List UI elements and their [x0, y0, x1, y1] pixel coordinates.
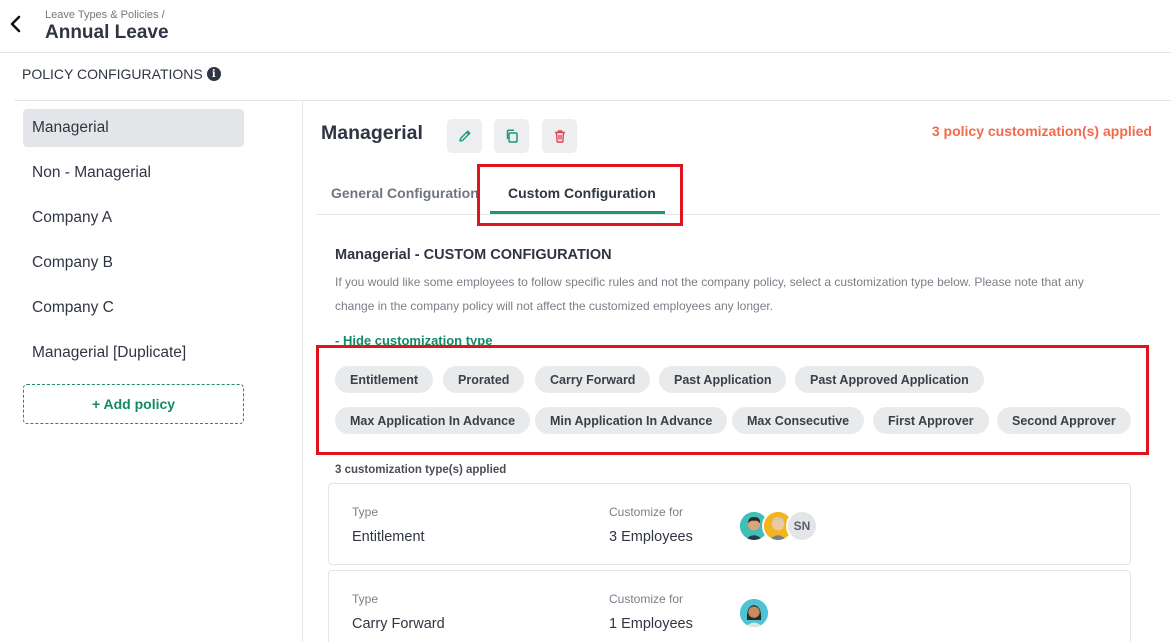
add-policy-button[interactable]: + Add policy — [23, 384, 244, 424]
chip-past-application[interactable]: Past Application — [659, 366, 787, 393]
tab-general-configuration[interactable]: General Configuration — [331, 185, 479, 201]
chip-prorated[interactable]: Prorated — [443, 366, 525, 393]
delete-button[interactable] — [542, 119, 577, 153]
divider-vertical — [302, 100, 303, 642]
policy-item-company-b[interactable]: Company B — [23, 244, 244, 282]
chip-past-approved-application[interactable]: Past Approved Application — [795, 366, 984, 393]
custom-config-description: If you would like some employees to foll… — [335, 275, 1084, 313]
trash-icon — [554, 130, 565, 143]
customization-card-carry-forward[interactable]: Type Carry Forward Customize for 1 Emplo… — [328, 570, 1131, 642]
divider — [14, 100, 1171, 101]
customization-card-entitlement[interactable]: Type Entitlement Customize for 3 Employe… — [328, 483, 1131, 565]
policy-item-company-a[interactable]: Company A — [23, 199, 244, 237]
chip-min-application-in-advance[interactable]: Min Application In Advance — [535, 407, 728, 434]
type-label: Type — [352, 592, 379, 606]
policy-list: Managerial Non - Managerial Company A Co… — [23, 109, 244, 379]
page-title: Annual Leave — [45, 22, 169, 43]
pencil-icon — [458, 130, 470, 142]
customize-for-value: 1 Employees — [609, 616, 693, 632]
avatar-group: SN — [738, 510, 818, 542]
tabs-divider — [316, 214, 1160, 215]
policy-item-company-c[interactable]: Company C — [23, 289, 244, 327]
duplicate-button[interactable] — [494, 119, 529, 153]
highlight-box-tab — [477, 164, 683, 226]
section-title: POLICY CONFIGURATIONS — [22, 66, 203, 82]
copy-icon — [506, 129, 518, 143]
policy-item-managerial-duplicate[interactable]: Managerial [Duplicate] — [23, 334, 244, 372]
custom-config-title: Managerial - CUSTOM CONFIGURATION — [335, 247, 612, 263]
chip-entitlement[interactable]: Entitlement — [335, 366, 434, 393]
breadcrumb[interactable]: Leave Types & Policies / — [45, 9, 165, 21]
back-arrow-icon[interactable] — [8, 14, 24, 34]
policy-configurations-heading: POLICY CONFIGURATIONS i — [22, 66, 221, 82]
chip-max-application-in-advance[interactable]: Max Application In Advance — [335, 407, 531, 434]
person-avatar-icon — [740, 599, 768, 627]
policy-item-non-managerial[interactable]: Non - Managerial — [23, 154, 244, 192]
avatar-initials: SN — [786, 510, 818, 542]
type-value: Carry Forward — [352, 616, 445, 632]
info-icon[interactable]: i — [206, 67, 221, 81]
edit-button[interactable] — [447, 119, 482, 153]
policy-item-managerial[interactable]: Managerial — [23, 109, 244, 147]
type-value: Entitlement — [352, 529, 425, 545]
customizations-applied-status: 3 policy customization(s) applied — [931, 123, 1152, 139]
avatar-group — [738, 597, 770, 629]
chip-max-consecutive[interactable]: Max Consecutive — [732, 407, 865, 434]
top-bar: Leave Types & Policies / Annual Leave — [0, 0, 1171, 53]
customization-count: 3 customization type(s) applied — [335, 464, 507, 476]
chip-carry-forward[interactable]: Carry Forward — [535, 366, 651, 393]
type-label: Type — [352, 505, 379, 519]
chip-first-approver[interactable]: First Approver — [873, 407, 989, 434]
customize-for-label: Customize for — [609, 505, 684, 519]
customize-for-label: Customize for — [609, 592, 684, 606]
chip-second-approver[interactable]: Second Approver — [997, 407, 1131, 434]
avatar — [738, 597, 770, 629]
policy-name: Managerial — [321, 122, 423, 144]
customize-for-value: 3 Employees — [609, 529, 693, 545]
highlight-box-chips — [316, 345, 1149, 455]
